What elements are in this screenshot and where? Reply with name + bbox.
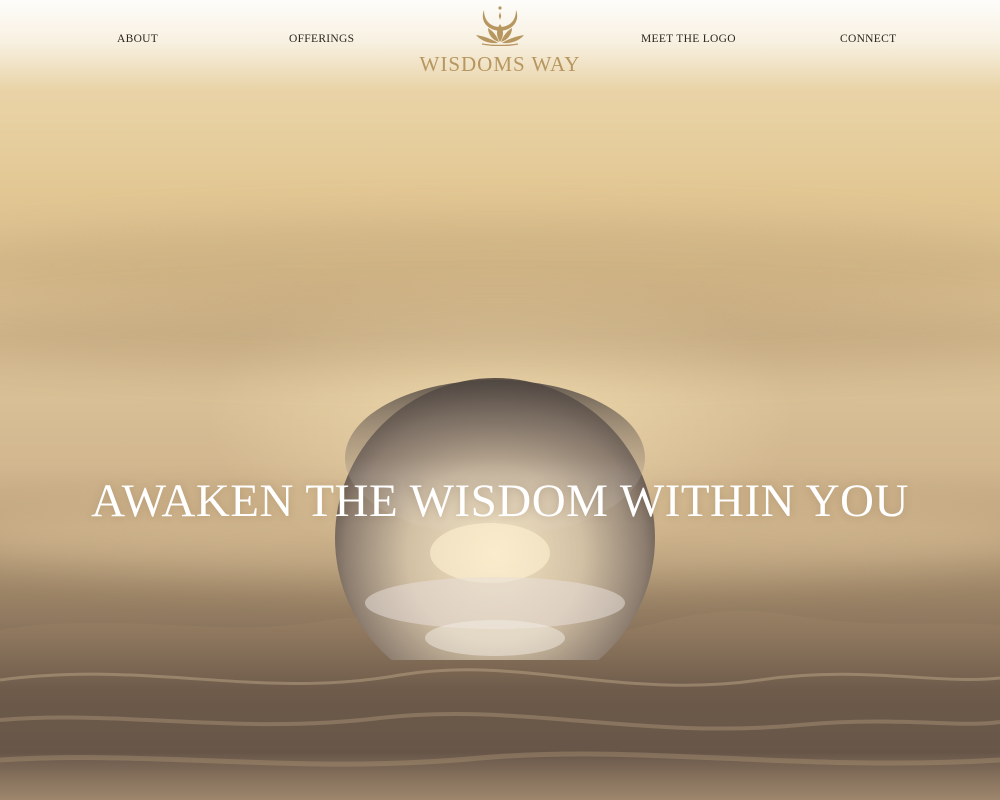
nav-link-connect[interactable]: CONNECT (840, 33, 896, 45)
lotus-moon-icon (476, 6, 524, 46)
hero-background (0, 0, 1000, 800)
logo-text: WISDOMS WAY (419, 52, 581, 76)
hero-headline: AWAKEN THE WISDOM WITHIN YOU (91, 475, 909, 527)
nav-link-offerings[interactable]: OFFERINGS (289, 33, 354, 45)
site-logo[interactable]: WISDOMS WAY (400, 0, 600, 82)
background-haze (0, 300, 1000, 370)
nav-link-about[interactable]: ABOUT (117, 33, 158, 45)
background-haze (0, 220, 1000, 310)
nav-link-meet-the-logo[interactable]: MEET THE LOGO (641, 33, 736, 45)
